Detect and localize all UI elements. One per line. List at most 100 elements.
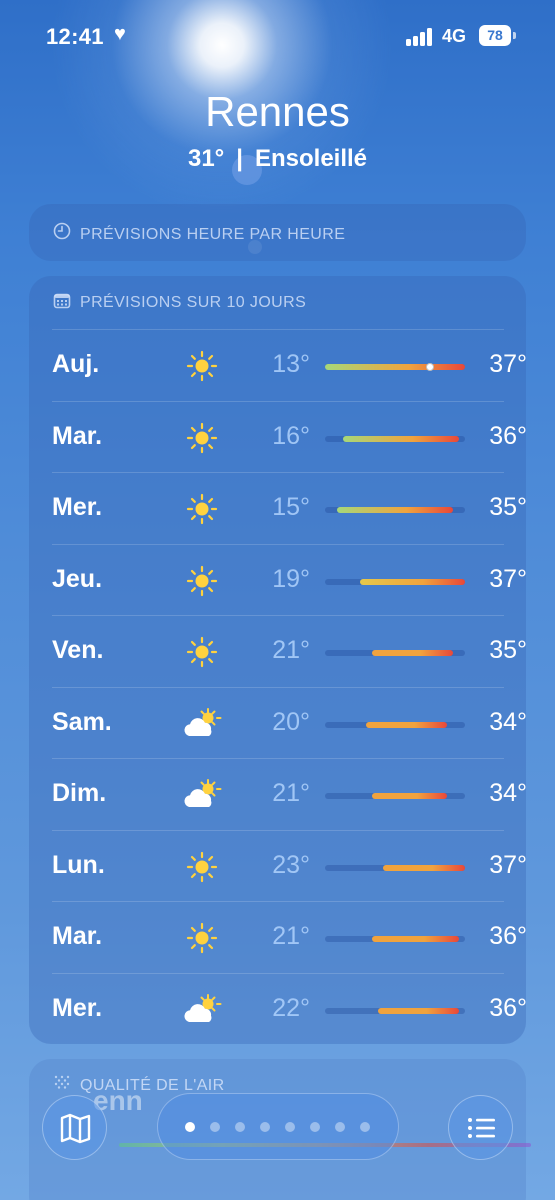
hourly-forecast-title: PRÉVISIONS HEURE PAR HEURE — [80, 226, 346, 243]
partly-cloudy-icon — [182, 777, 222, 813]
forecast-high: 35° — [489, 493, 527, 521]
forecast-row[interactable]: Mer. 22° 36° — [52, 972, 527, 1045]
page-dot[interactable] — [210, 1122, 220, 1132]
temperature-range-fill — [325, 364, 465, 370]
forecast-high: 36° — [489, 922, 527, 950]
forecast-high: 35° — [489, 636, 527, 664]
forecast-day: Mar. — [52, 922, 103, 950]
city-name: Rennes — [205, 88, 350, 135]
daily-forecast-card[interactable]: PRÉVISIONS SUR 10 JOURS Auj. 13° 37° Mar. 16… — [29, 276, 527, 1045]
forecast-day: Mar. — [52, 421, 103, 450]
bottom-toolbar — [0, 1085, 555, 1200]
temperature-range-fill — [342, 435, 460, 442]
status-time: 12:41 — [46, 24, 104, 49]
forecast-row[interactable]: Dim. 21° 34° — [52, 758, 527, 830]
page-dot[interactable] — [335, 1122, 345, 1132]
forecast-high: 37° — [489, 564, 527, 593]
current-conditions: 31° | Ensoleillé — [0, 145, 555, 173]
page-dot[interactable] — [360, 1122, 370, 1132]
forecast-high: 36° — [489, 421, 527, 450]
temperature-range-fill — [360, 578, 465, 585]
temperature-range-bar — [325, 578, 465, 585]
page-dot[interactable] — [310, 1122, 320, 1132]
separator: | — [236, 145, 243, 172]
page-dot[interactable] — [260, 1122, 270, 1132]
forecast-row[interactable]: Mer. 15° 35° — [52, 472, 527, 544]
forecast-day: Ven. — [52, 636, 104, 664]
current-condition: Ensoleillé — [254, 145, 368, 172]
forecast-high: 34° — [489, 779, 527, 807]
current-temperature: 31° — [187, 145, 225, 172]
map-icon — [60, 1113, 91, 1144]
temperature-range-bar — [325, 507, 465, 513]
forecast-low: 13° — [272, 350, 310, 378]
partly-cloudy-icon — [182, 706, 222, 742]
sun-icon — [182, 634, 222, 670]
temperature-range-bar — [325, 1007, 465, 1014]
partly-cloudy-icon — [182, 992, 222, 1028]
temperature-range-fill — [365, 721, 448, 728]
forecast-day: Sam. — [52, 707, 112, 736]
sun-icon — [182, 348, 222, 384]
page-dot[interactable] — [235, 1122, 245, 1132]
forecast-row[interactable]: Jeu. 19° 37° — [52, 543, 527, 616]
forecast-high: 37° — [489, 850, 527, 879]
sun-icon — [182, 849, 222, 885]
map-button[interactable] — [42, 1095, 107, 1160]
temperature-range-fill — [377, 1007, 460, 1014]
clock-icon — [53, 222, 71, 245]
forecast-high: 34° — [489, 707, 527, 736]
sun-icon — [182, 563, 222, 599]
forecast-low: 21° — [272, 922, 310, 950]
network-label: 4G — [442, 26, 467, 46]
forecast-row[interactable]: Lun. 23° 37° — [52, 829, 527, 902]
sun-icon — [182, 491, 222, 527]
daily-forecast-title: PRÉVISIONS SUR 10 JOURS — [80, 294, 307, 311]
page-dot[interactable] — [185, 1122, 195, 1132]
battery-icon: 78 — [479, 25, 511, 46]
forecast-day: Jeu. — [52, 564, 103, 593]
heart-icon: ♥ — [114, 23, 126, 45]
temperature-range-bar — [325, 435, 465, 442]
sun-icon — [182, 420, 222, 456]
temperature-range-bar — [325, 650, 465, 656]
temperature-range-fill — [371, 936, 460, 942]
forecast-low: 19° — [272, 564, 310, 593]
forecast-low: 21° — [272, 779, 310, 807]
temperature-range-bar — [325, 793, 465, 799]
forecast-low: 20° — [272, 707, 310, 736]
page-dot[interactable] — [285, 1122, 295, 1132]
temperature-range-fill — [371, 650, 454, 656]
forecast-row[interactable]: Auj. 13° 37° — [52, 329, 527, 401]
forecast-low: 16° — [272, 421, 310, 450]
forecast-high: 37° — [489, 350, 527, 378]
sun-icon — [182, 920, 222, 956]
forecast-day: Dim. — [52, 779, 107, 807]
forecast-low: 21° — [272, 636, 310, 664]
forecast-low: 15° — [272, 493, 310, 521]
temperature-range-bar — [325, 864, 465, 871]
forecast-day: Mer. — [52, 993, 103, 1022]
forecast-row[interactable]: Sam. 20° 34° — [52, 686, 527, 759]
forecast-day: Auj. — [52, 350, 100, 378]
forecast-day: Mer. — [52, 493, 103, 521]
temperature-range-bar — [325, 721, 465, 728]
page-indicator[interactable] — [157, 1093, 399, 1160]
temperature-range-bar — [325, 936, 465, 942]
temperature-range-fill — [383, 864, 465, 871]
list-icon — [468, 1118, 495, 1138]
signal-icon — [406, 28, 434, 46]
forecast-row[interactable]: Ven. 21° 35° — [52, 615, 527, 687]
calendar-icon — [53, 292, 71, 315]
temperature-range-bar — [325, 363, 465, 371]
forecast-low: 22° — [272, 993, 310, 1022]
current-temperature-marker — [426, 363, 434, 371]
forecast-high: 36° — [489, 993, 527, 1022]
hourly-forecast-card[interactable]: PRÉVISIONS HEURE PAR HEURE — [29, 204, 526, 261]
list-button[interactable] — [448, 1095, 513, 1160]
forecast-row[interactable]: Mar. 21° 36° — [52, 901, 527, 973]
temperature-range-fill — [336, 507, 454, 513]
forecast-low: 23° — [272, 850, 310, 879]
battery-cap — [513, 32, 516, 39]
forecast-row[interactable]: Mar. 16° 36° — [52, 400, 527, 473]
